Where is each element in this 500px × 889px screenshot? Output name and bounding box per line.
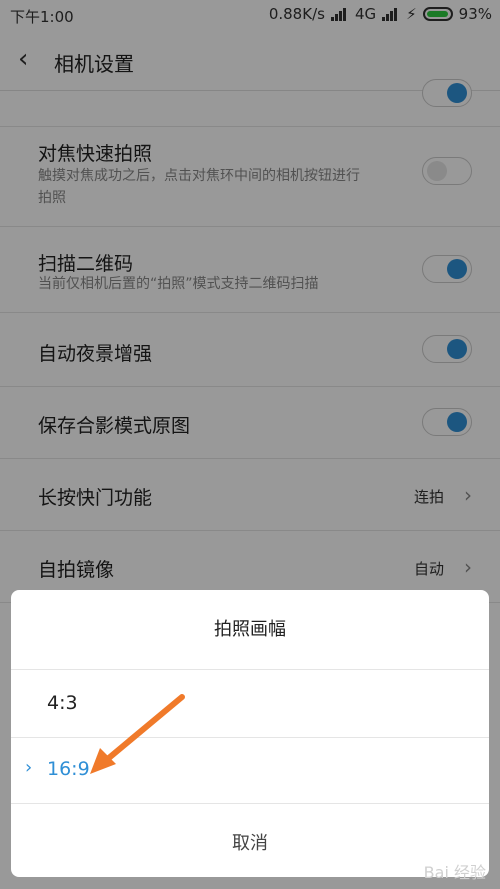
annotation-arrow-icon: [90, 694, 185, 774]
watermark: Bai 经验: [423, 863, 486, 882]
